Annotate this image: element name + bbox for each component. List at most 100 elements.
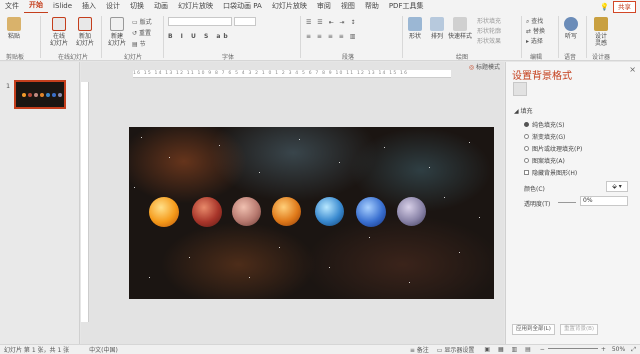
divider <box>40 16 41 58</box>
paragraph-align-buttons[interactable]: ≡ ≡ ≡ ≡ ▥ <box>306 33 357 40</box>
lightbulb-icon[interactable]: 💡 <box>600 3 609 11</box>
planet-moon[interactable] <box>397 197 426 226</box>
fill-section-toggle[interactable]: ◢ 填充 <box>514 106 533 115</box>
tab-file[interactable]: 文件 <box>0 0 24 13</box>
tab-home[interactable]: 开始 <box>24 0 48 14</box>
find-button[interactable]: ⌕ 查找 <box>526 16 543 26</box>
shape-effect-label: 形状效果 <box>477 38 502 45</box>
section-button[interactable]: ▤ 节 <box>132 39 146 48</box>
apply-all-label: 应用到全部(L) <box>516 326 551 332</box>
tab-bar-right: 💡 共享 <box>600 0 640 13</box>
transparency-slider[interactable] <box>558 202 576 203</box>
new-slide-icon <box>110 17 124 31</box>
planet-sun[interactable] <box>149 197 179 227</box>
divider <box>558 16 559 58</box>
tab-help[interactable]: 帮助 <box>360 0 384 13</box>
font-format-buttons[interactable]: B I U S ab <box>168 33 231 40</box>
slide-canvas[interactable] <box>129 127 494 299</box>
notes-label: 备注 <box>416 347 429 354</box>
radio-icon <box>524 122 529 127</box>
shape-effect-button[interactable]: 形状效果 <box>477 36 501 45</box>
tab-slideshow-2[interactable]: 幻灯片放映 <box>267 0 312 13</box>
design-ideas-button[interactable]: 设计 灵感 <box>590 17 612 47</box>
online-ppt-button[interactable]: 在线 幻灯片 <box>48 17 70 47</box>
zoom-slider[interactable] <box>547 348 598 349</box>
display-settings-button[interactable]: ▭ 显示器设置 <box>437 345 475 354</box>
paragraph-list-buttons[interactable]: ☰ ☰ ⇤ ⇥ ↕ <box>306 19 357 26</box>
shape-button[interactable]: 形状 <box>406 17 424 40</box>
planet-earth[interactable] <box>315 197 344 226</box>
zoom-in-icon[interactable]: + <box>601 346 606 353</box>
slide-mode-label[interactable]: 标题模式 <box>476 64 500 71</box>
transparency-input[interactable]: 0% <box>580 196 628 206</box>
language-status[interactable]: 中文(中国) <box>89 345 118 354</box>
reset-background-button[interactable]: 重置背景(B) <box>560 324 599 335</box>
fill-option-pattern[interactable]: 图案填充(A) <box>524 156 565 165</box>
font-name-box[interactable] <box>168 17 232 26</box>
quick-styles-icon <box>453 17 467 31</box>
voice-group-label: 语音 <box>564 54 577 61</box>
status-bar: 幻灯片 第 1 张，共 1 张 中文(中国) ≡ 备注 ▭ 显示器设置 ▣ ▦ … <box>0 344 640 354</box>
planet-venus[interactable] <box>232 197 261 226</box>
star <box>134 187 135 188</box>
font-size-box[interactable] <box>234 17 256 26</box>
reset-bg-label: 重置背景(B) <box>564 326 595 332</box>
ribbon-body: 粘贴 剪贴板 在线 幻灯片 新加 幻灯片 在线幻灯片 新建 幻灯片 ▭ 版式 ↺… <box>0 13 640 61</box>
tab-insert[interactable]: 插入 <box>77 0 101 13</box>
reset-button[interactable]: ↺ 重置 <box>132 28 151 37</box>
color-picker-button[interactable]: ⬙ ▾ <box>606 181 628 192</box>
paste-label: 粘贴 <box>7 33 20 40</box>
font-group-label: 字体 <box>222 54 235 61</box>
star <box>469 142 470 143</box>
quick-styles-button[interactable]: 快速样式 <box>448 17 472 40</box>
star <box>329 267 330 268</box>
fill-bucket-icon[interactable] <box>513 82 527 96</box>
fill-option-solid[interactable]: 纯色填充(S) <box>524 120 565 129</box>
replace-button[interactable]: ⇄ 替换 <box>526 26 545 35</box>
slide-thumbnail[interactable] <box>14 80 66 109</box>
paste-button[interactable]: 粘贴 <box>4 17 24 40</box>
apply-to-all-button[interactable]: 应用到全部(L) <box>512 324 555 335</box>
star <box>299 139 300 140</box>
planet-mercury[interactable] <box>192 197 222 227</box>
star <box>459 252 460 253</box>
dictate-button[interactable]: 听写 <box>562 17 580 40</box>
tab-animations[interactable]: 动画 <box>149 0 173 13</box>
display-settings-label: 显示器设置 <box>444 347 475 354</box>
planet-mars[interactable] <box>272 197 301 226</box>
shape-fill-button[interactable]: 形状填充 <box>477 16 501 25</box>
arrange-button[interactable]: 排列 <box>428 17 446 40</box>
designer-group-label: 设计器 <box>592 54 611 61</box>
online-ppt-label: 在线 幻灯片 <box>49 33 68 47</box>
shape-outline-button[interactable]: 形状轮廓 <box>477 26 501 35</box>
tab-pocket-animation[interactable]: 口袋动画 PA <box>218 0 267 13</box>
share-button[interactable]: 共享 <box>613 0 636 13</box>
close-icon[interactable]: × <box>629 65 636 74</box>
hide-background-graphics[interactable]: 隐藏背景图形(H) <box>524 168 577 177</box>
tab-review[interactable]: 审阅 <box>312 0 336 13</box>
quick-styles-label: 快速样式 <box>448 33 473 40</box>
shape-label: 形状 <box>408 33 421 40</box>
tab-design[interactable]: 设计 <box>101 0 125 13</box>
zoom-out-icon[interactable]: − <box>540 346 545 353</box>
layout-button[interactable]: ▭ 版式 <box>132 17 152 26</box>
tab-transitions[interactable]: 切换 <box>125 0 149 13</box>
fill-option-gradient[interactable]: 渐变填充(G) <box>524 132 565 141</box>
notes-button[interactable]: ≡ 备注 <box>410 345 429 354</box>
expand-icon[interactable]: ◎ <box>469 64 474 71</box>
zoom-level[interactable]: 50% <box>612 346 625 353</box>
star <box>429 167 430 168</box>
fill-option-picture[interactable]: 图片或纹理填充(P) <box>524 144 582 153</box>
planet-neptune[interactable] <box>356 197 386 227</box>
slide-thumbnail-panel: 1 <box>0 62 80 344</box>
select-button[interactable]: ▸ 选择 <box>526 36 543 45</box>
radio-icon <box>524 134 529 139</box>
add-online-slide-button[interactable]: 新加 幻灯片 <box>74 17 96 47</box>
tab-slideshow[interactable]: 幻灯片放映 <box>173 0 218 13</box>
tab-view[interactable]: 视图 <box>336 0 360 13</box>
view-buttons[interactable]: ▣ ▦ ▥ ▤ <box>484 346 533 353</box>
tab-islide[interactable]: iSlide <box>48 0 77 13</box>
tab-pdf-tools[interactable]: PDF工具集 <box>384 0 429 13</box>
fit-slide-icon[interactable]: ⤢ <box>631 346 636 354</box>
new-slide-button[interactable]: 新建 幻灯片 <box>106 17 128 47</box>
